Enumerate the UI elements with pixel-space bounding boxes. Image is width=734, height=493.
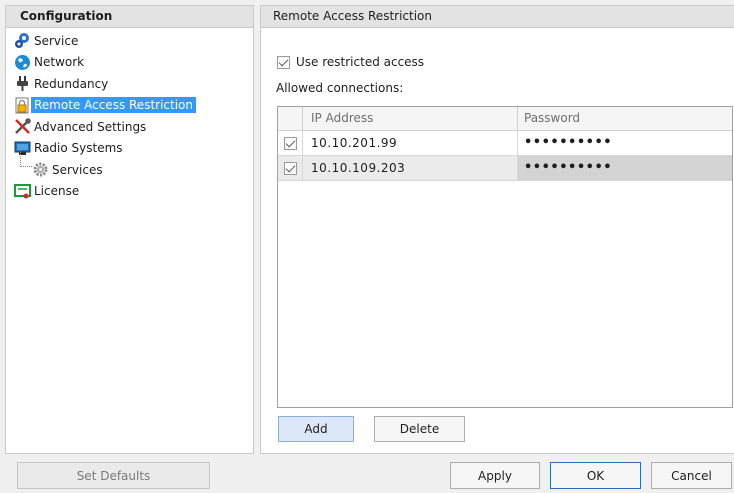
tree-item-radio-systems[interactable]: Radio Systems — [6, 138, 253, 160]
tree-item-label: Advanced Settings — [34, 119, 147, 134]
row-checkbox[interactable] — [283, 161, 297, 175]
row-checkbox[interactable] — [283, 136, 297, 150]
apply-button[interactable]: Apply — [450, 462, 540, 489]
tree-item-label: Services — [52, 162, 103, 177]
gear-icon — [32, 161, 49, 178]
connections-grid: IP Address Password 10.10.201.99 •••••••… — [277, 106, 733, 408]
grid-header: IP Address Password — [278, 107, 732, 131]
use-restricted-access-label: Use restricted access — [296, 55, 425, 69]
tree-item-redundancy[interactable]: Redundancy — [6, 73, 253, 95]
allowed-connections-label: Allowed connections: — [276, 81, 404, 95]
tree-item-license[interactable]: License — [6, 181, 253, 203]
row-check-cell[interactable] — [278, 156, 303, 180]
tree-item-label: Remote Access Restriction — [31, 97, 196, 114]
tree-item-network[interactable]: Network — [6, 52, 253, 74]
ok-button[interactable]: OK — [550, 462, 641, 489]
checkbox-icon[interactable] — [277, 55, 290, 69]
password-cell[interactable]: •••••••••• — [518, 156, 732, 180]
lock-document-icon — [14, 97, 31, 114]
tree-item-remote-access-restriction[interactable]: Remote Access Restriction — [6, 95, 253, 117]
globe-icon — [14, 54, 31, 71]
tree-item-services[interactable]: Services — [6, 149, 253, 181]
table-row[interactable]: 10.10.201.99 •••••••••• — [278, 131, 732, 156]
set-defaults-button[interactable]: Set Defaults — [17, 462, 210, 489]
tree-item-service[interactable]: Service — [6, 30, 253, 52]
configuration-tree: Service Network Redundancy Remote Access… — [6, 28, 253, 202]
cancel-button[interactable]: Cancel — [651, 462, 732, 489]
remote-access-panel: Remote Access Restriction Use restricted… — [260, 5, 734, 454]
tree-item-label: Network — [34, 55, 85, 70]
table-row[interactable]: 10.10.109.203 •••••••••• — [278, 156, 732, 181]
add-button[interactable]: Add — [278, 416, 354, 442]
gears-icon — [14, 32, 31, 49]
tree-item-label: Radio Systems — [34, 141, 123, 156]
tools-icon — [14, 118, 31, 135]
ip-address-cell[interactable]: 10.10.201.99 — [303, 131, 518, 155]
license-icon — [14, 183, 31, 200]
password-cell[interactable]: •••••••••• — [518, 131, 732, 155]
plug-icon — [14, 75, 31, 92]
delete-button[interactable]: Delete — [374, 416, 465, 442]
tree-item-advanced-settings[interactable]: Advanced Settings — [6, 116, 253, 138]
panel-title: Remote Access Restriction — [261, 6, 734, 28]
tree-item-label: Redundancy — [34, 76, 109, 91]
tree-item-label: Service — [34, 33, 79, 48]
header-check-cell — [278, 107, 303, 130]
configuration-panel: Configuration Service Network Redundancy… — [5, 5, 254, 454]
tree-item-label: License — [34, 184, 80, 199]
use-restricted-access-checkbox[interactable]: Use restricted access — [277, 55, 424, 69]
configuration-header: Configuration — [6, 6, 253, 28]
column-header-password[interactable]: Password — [518, 107, 732, 130]
column-header-ip[interactable]: IP Address — [303, 107, 518, 130]
tree-connector — [20, 149, 32, 167]
ip-address-cell[interactable]: 10.10.109.203 — [303, 156, 518, 180]
row-check-cell[interactable] — [278, 131, 303, 155]
